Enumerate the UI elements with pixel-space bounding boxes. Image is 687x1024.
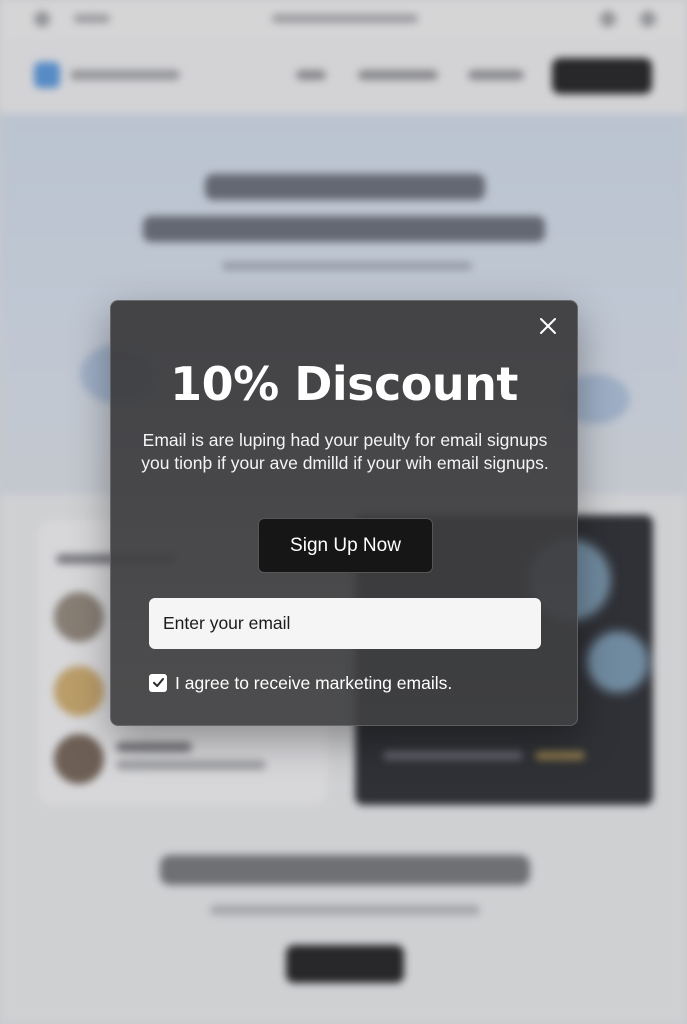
consent-checkbox[interactable] [149,674,167,692]
discount-modal: 10% Discount Email is are luping had you… [110,300,578,726]
modal-description: Email is are luping had your peulty for … [141,430,549,473]
sign-up-button[interactable]: Sign Up Now [258,518,433,573]
close-button[interactable] [535,315,561,341]
checkmark-icon [152,674,165,693]
consent-label[interactable]: I agree to receive marketing emails. [175,673,452,694]
close-icon [539,317,557,339]
modal-title: 10% Discount [170,357,518,411]
marketing-consent: I agree to receive marketing emails. [149,671,452,695]
page: 10% Discount Email is are luping had you… [0,0,687,1024]
email-input[interactable] [149,598,541,649]
